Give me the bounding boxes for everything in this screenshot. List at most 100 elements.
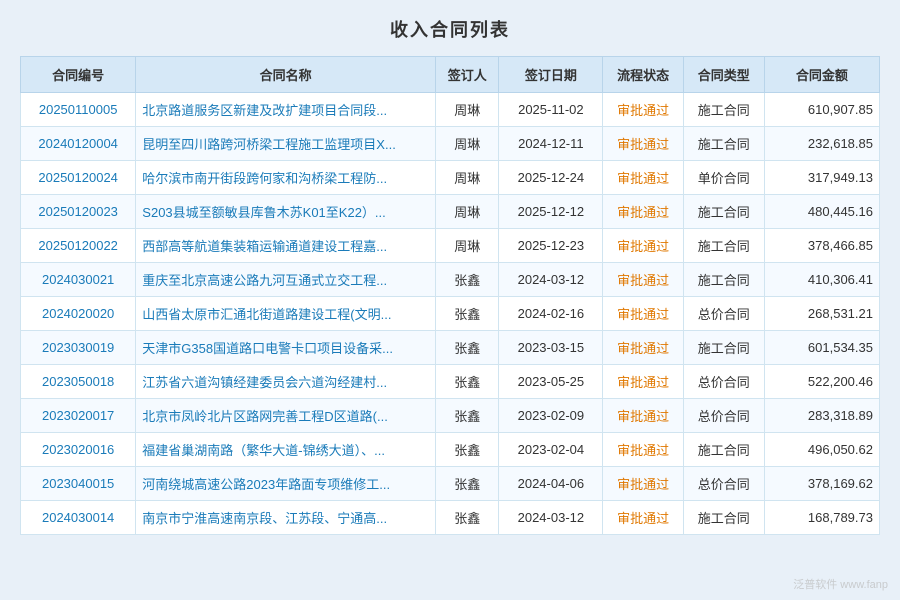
contract-table: 合同编号 合同名称 签订人 签订日期 流程状态 合同类型 合同金额 202501… bbox=[20, 56, 880, 535]
contract-name-cell[interactable]: 山西省太原市汇通北街道路建设工程(文明... bbox=[136, 297, 436, 331]
table-row: 2024030021重庆至北京高速公路九河互通式立交工程...张鑫2024-03… bbox=[21, 263, 880, 297]
contract-name-cell[interactable]: 江苏省六道沟镇经建委员会六道沟经建村... bbox=[136, 365, 436, 399]
type-cell: 施工合同 bbox=[683, 229, 764, 263]
contract-id-cell[interactable]: 2024030021 bbox=[21, 263, 136, 297]
date-cell: 2025-12-23 bbox=[499, 229, 603, 263]
status-cell: 审批通过 bbox=[603, 365, 684, 399]
signer-cell: 周琳 bbox=[436, 229, 499, 263]
contract-id-cell[interactable]: 2024020020 bbox=[21, 297, 136, 331]
contract-name-cell[interactable]: 北京路道服务区新建及改扩建项目合同段... bbox=[136, 93, 436, 127]
type-cell: 施工合同 bbox=[683, 127, 764, 161]
header-signer: 签订人 bbox=[436, 57, 499, 93]
date-cell: 2023-05-25 bbox=[499, 365, 603, 399]
signer-cell: 周琳 bbox=[436, 93, 499, 127]
status-cell: 审批通过 bbox=[603, 399, 684, 433]
date-cell: 2024-02-16 bbox=[499, 297, 603, 331]
amount-cell: 410,306.41 bbox=[764, 263, 879, 297]
table-row: 2024030014南京市宁淮高速南京段、江苏段、宁通高...张鑫2024-03… bbox=[21, 501, 880, 535]
amount-cell: 522,200.46 bbox=[764, 365, 879, 399]
date-cell: 2024-04-06 bbox=[499, 467, 603, 501]
signer-cell: 张鑫 bbox=[436, 331, 499, 365]
date-cell: 2024-03-12 bbox=[499, 501, 603, 535]
date-cell: 2023-02-09 bbox=[499, 399, 603, 433]
amount-cell: 283,318.89 bbox=[764, 399, 879, 433]
contract-id-cell[interactable]: 2023020017 bbox=[21, 399, 136, 433]
signer-cell: 周琳 bbox=[436, 195, 499, 229]
type-cell: 施工合同 bbox=[683, 331, 764, 365]
contract-name-cell[interactable]: 西部高等航道集装箱运输通道建设工程嘉... bbox=[136, 229, 436, 263]
contract-name-cell[interactable]: 福建省巢湖南路（繁华大道-锦绣大道）、... bbox=[136, 433, 436, 467]
type-cell: 单价合同 bbox=[683, 161, 764, 195]
contract-name-cell[interactable]: 北京市凤岭北片区路网完善工程D区道路(... bbox=[136, 399, 436, 433]
date-cell: 2024-12-11 bbox=[499, 127, 603, 161]
amount-cell: 268,531.21 bbox=[764, 297, 879, 331]
type-cell: 总价合同 bbox=[683, 297, 764, 331]
amount-cell: 610,907.85 bbox=[764, 93, 879, 127]
contract-name-cell[interactable]: 昆明至四川路跨河桥梁工程施工监理项目X... bbox=[136, 127, 436, 161]
amount-cell: 168,789.73 bbox=[764, 501, 879, 535]
date-cell: 2023-02-04 bbox=[499, 433, 603, 467]
amount-cell: 378,466.85 bbox=[764, 229, 879, 263]
type-cell: 施工合同 bbox=[683, 501, 764, 535]
amount-cell: 496,050.62 bbox=[764, 433, 879, 467]
contract-name-cell[interactable]: 南京市宁淮高速南京段、江苏段、宁通高... bbox=[136, 501, 436, 535]
amount-cell: 601,534.35 bbox=[764, 331, 879, 365]
table-row: 20250110005北京路道服务区新建及改扩建项目合同段...周琳2025-1… bbox=[21, 93, 880, 127]
type-cell: 施工合同 bbox=[683, 93, 764, 127]
header-amount: 合同金额 bbox=[764, 57, 879, 93]
type-cell: 总价合同 bbox=[683, 467, 764, 501]
amount-cell: 378,169.62 bbox=[764, 467, 879, 501]
contract-id-cell[interactable]: 20250120023 bbox=[21, 195, 136, 229]
type-cell: 施工合同 bbox=[683, 263, 764, 297]
page-title: 收入合同列表 bbox=[20, 16, 880, 42]
contract-name-cell[interactable]: 重庆至北京高速公路九河互通式立交工程... bbox=[136, 263, 436, 297]
contract-name-cell[interactable]: 哈尔滨市南开街段跨何家和沟桥梁工程防... bbox=[136, 161, 436, 195]
amount-cell: 480,445.16 bbox=[764, 195, 879, 229]
status-cell: 审批通过 bbox=[603, 263, 684, 297]
contract-id-cell[interactable]: 20250110005 bbox=[21, 93, 136, 127]
status-cell: 审批通过 bbox=[603, 331, 684, 365]
type-cell: 总价合同 bbox=[683, 365, 764, 399]
status-cell: 审批通过 bbox=[603, 161, 684, 195]
status-cell: 审批通过 bbox=[603, 195, 684, 229]
contract-name-cell[interactable]: 河南绕城高速公路2023年路面专项维修工... bbox=[136, 467, 436, 501]
contract-name-cell[interactable]: S203县城至额敏县库鲁木苏K01至K22）... bbox=[136, 195, 436, 229]
header-name: 合同名称 bbox=[136, 57, 436, 93]
table-row: 2023040015河南绕城高速公路2023年路面专项维修工...张鑫2024-… bbox=[21, 467, 880, 501]
contract-id-cell[interactable]: 2023040015 bbox=[21, 467, 136, 501]
contract-id-cell[interactable]: 20240120004 bbox=[21, 127, 136, 161]
status-cell: 审批通过 bbox=[603, 127, 684, 161]
contract-id-cell[interactable]: 20250120022 bbox=[21, 229, 136, 263]
table-row: 2024020020山西省太原市汇通北街道路建设工程(文明...张鑫2024-0… bbox=[21, 297, 880, 331]
table-header-row: 合同编号 合同名称 签订人 签订日期 流程状态 合同类型 合同金额 bbox=[21, 57, 880, 93]
signer-cell: 张鑫 bbox=[436, 501, 499, 535]
signer-cell: 周琳 bbox=[436, 161, 499, 195]
contract-name-cell[interactable]: 天津市G358国道路口电警卡口项目设备采... bbox=[136, 331, 436, 365]
type-cell: 施工合同 bbox=[683, 195, 764, 229]
contract-id-cell[interactable]: 2023030019 bbox=[21, 331, 136, 365]
contract-id-cell[interactable]: 20250120024 bbox=[21, 161, 136, 195]
table-row: 20250120024哈尔滨市南开街段跨何家和沟桥梁工程防...周琳2025-1… bbox=[21, 161, 880, 195]
header-status: 流程状态 bbox=[603, 57, 684, 93]
table-row: 20250120023S203县城至额敏县库鲁木苏K01至K22）...周琳20… bbox=[21, 195, 880, 229]
contract-id-cell[interactable]: 2024030014 bbox=[21, 501, 136, 535]
table-row: 20250120022西部高等航道集装箱运输通道建设工程嘉...周琳2025-1… bbox=[21, 229, 880, 263]
header-id: 合同编号 bbox=[21, 57, 136, 93]
status-cell: 审批通过 bbox=[603, 501, 684, 535]
table-row: 2023050018江苏省六道沟镇经建委员会六道沟经建村...张鑫2023-05… bbox=[21, 365, 880, 399]
date-cell: 2023-03-15 bbox=[499, 331, 603, 365]
signer-cell: 张鑫 bbox=[436, 433, 499, 467]
contract-id-cell[interactable]: 2023020016 bbox=[21, 433, 136, 467]
amount-cell: 232,618.85 bbox=[764, 127, 879, 161]
status-cell: 审批通过 bbox=[603, 467, 684, 501]
signer-cell: 张鑫 bbox=[436, 297, 499, 331]
status-cell: 审批通过 bbox=[603, 93, 684, 127]
signer-cell: 张鑫 bbox=[436, 467, 499, 501]
header-type: 合同类型 bbox=[683, 57, 764, 93]
status-cell: 审批通过 bbox=[603, 433, 684, 467]
header-date: 签订日期 bbox=[499, 57, 603, 93]
type-cell: 施工合同 bbox=[683, 433, 764, 467]
page-container: 收入合同列表 合同编号 合同名称 签订人 签订日期 流程状态 合同类型 合同金额… bbox=[0, 0, 900, 600]
watermark: 泛普软件 www.fanp bbox=[793, 576, 888, 592]
contract-id-cell[interactable]: 2023050018 bbox=[21, 365, 136, 399]
